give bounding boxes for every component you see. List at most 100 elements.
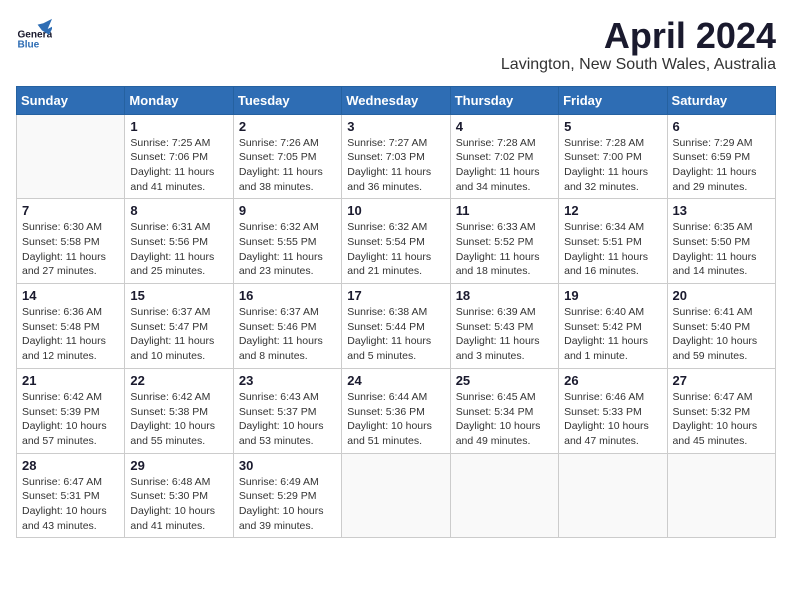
- day-info: Sunrise: 6:32 AMSunset: 5:54 PMDaylight:…: [347, 220, 444, 279]
- calendar-cell: 10 Sunrise: 6:32 AMSunset: 5:54 PMDayligh…: [342, 199, 450, 284]
- day-number: 13: [673, 203, 770, 218]
- day-number: 6: [673, 119, 770, 134]
- svg-text:Blue: Blue: [17, 40, 39, 51]
- calendar-cell: 17 Sunrise: 6:38 AMSunset: 5:44 PMDayligh…: [342, 284, 450, 369]
- day-info: Sunrise: 6:42 AMSunset: 5:39 PMDaylight:…: [22, 390, 119, 449]
- day-info: Sunrise: 6:31 AMSunset: 5:56 PMDaylight:…: [130, 220, 227, 279]
- calendar-cell: 13 Sunrise: 6:35 AMSunset: 5:50 PMDayligh…: [667, 199, 775, 284]
- day-number: 1: [130, 119, 227, 134]
- day-info: Sunrise: 7:29 AMSunset: 6:59 PMDaylight:…: [673, 136, 770, 195]
- day-info: Sunrise: 7:28 AMSunset: 7:02 PMDaylight:…: [456, 136, 553, 195]
- day-info: Sunrise: 6:47 AMSunset: 5:32 PMDaylight:…: [673, 390, 770, 449]
- day-info: Sunrise: 7:25 AMSunset: 7:06 PMDaylight:…: [130, 136, 227, 195]
- logo-bird-icon: General Blue: [16, 16, 52, 52]
- calendar-table: SundayMondayTuesdayWednesdayThursdayFrid…: [16, 86, 776, 539]
- header-tuesday: Tuesday: [233, 86, 341, 114]
- calendar-cell: [667, 453, 775, 538]
- day-info: Sunrise: 6:39 AMSunset: 5:43 PMDaylight:…: [456, 305, 553, 364]
- day-number: 15: [130, 288, 227, 303]
- day-number: 21: [22, 373, 119, 388]
- calendar-cell: 27 Sunrise: 6:47 AMSunset: 5:32 PMDayligh…: [667, 368, 775, 453]
- day-number: 25: [456, 373, 553, 388]
- day-info: Sunrise: 6:33 AMSunset: 5:52 PMDaylight:…: [456, 220, 553, 279]
- calendar-cell: 23 Sunrise: 6:43 AMSunset: 5:37 PMDayligh…: [233, 368, 341, 453]
- logo: General Blue: [16, 16, 52, 52]
- calendar-cell: 15 Sunrise: 6:37 AMSunset: 5:47 PMDayligh…: [125, 284, 233, 369]
- calendar-cell: [342, 453, 450, 538]
- day-info: Sunrise: 7:27 AMSunset: 7:03 PMDaylight:…: [347, 136, 444, 195]
- day-info: Sunrise: 6:47 AMSunset: 5:31 PMDaylight:…: [22, 475, 119, 534]
- day-info: Sunrise: 6:49 AMSunset: 5:29 PMDaylight:…: [239, 475, 336, 534]
- calendar-week-row: 28 Sunrise: 6:47 AMSunset: 5:31 PMDayligh…: [17, 453, 776, 538]
- calendar-cell: 29 Sunrise: 6:48 AMSunset: 5:30 PMDayligh…: [125, 453, 233, 538]
- calendar-cell: [559, 453, 667, 538]
- calendar-cell: 22 Sunrise: 6:42 AMSunset: 5:38 PMDayligh…: [125, 368, 233, 453]
- calendar-cell: 11 Sunrise: 6:33 AMSunset: 5:52 PMDayligh…: [450, 199, 558, 284]
- day-number: 24: [347, 373, 444, 388]
- day-info: Sunrise: 6:35 AMSunset: 5:50 PMDaylight:…: [673, 220, 770, 279]
- calendar-cell: 30Sunrise: 6:49 AMSunset: 5:29 PMDayligh…: [233, 453, 341, 538]
- header-monday: Monday: [125, 86, 233, 114]
- header-saturday: Saturday: [667, 86, 775, 114]
- day-info: Sunrise: 6:36 AMSunset: 5:48 PMDaylight:…: [22, 305, 119, 364]
- calendar-cell: 5Sunrise: 7:28 AMSunset: 7:00 PMDaylight…: [559, 114, 667, 199]
- header-thursday: Thursday: [450, 86, 558, 114]
- calendar-cell: 7 Sunrise: 6:30 AMSunset: 5:58 PMDaylight…: [17, 199, 125, 284]
- day-info: Sunrise: 6:34 AMSunset: 5:51 PMDaylight:…: [564, 220, 661, 279]
- calendar-cell: 21 Sunrise: 6:42 AMSunset: 5:39 PMDayligh…: [17, 368, 125, 453]
- calendar-week-row: 7 Sunrise: 6:30 AMSunset: 5:58 PMDaylight…: [17, 199, 776, 284]
- day-info: Sunrise: 6:45 AMSunset: 5:34 PMDaylight:…: [456, 390, 553, 449]
- day-number: 14: [22, 288, 119, 303]
- calendar-cell: 4Sunrise: 7:28 AMSunset: 7:02 PMDaylight…: [450, 114, 558, 199]
- day-number: 2: [239, 119, 336, 134]
- calendar-cell: 20Sunrise: 6:41 AMSunset: 5:40 PMDayligh…: [667, 284, 775, 369]
- day-info: Sunrise: 6:48 AMSunset: 5:30 PMDaylight:…: [130, 475, 227, 534]
- calendar-cell: 14 Sunrise: 6:36 AMSunset: 5:48 PMDayligh…: [17, 284, 125, 369]
- day-number: 26: [564, 373, 661, 388]
- day-number: 23: [239, 373, 336, 388]
- calendar-week-row: 1 Sunrise: 7:25 AMSunset: 7:06 PMDaylight…: [17, 114, 776, 199]
- title-block: April 2024 Lavington, New South Wales, A…: [501, 16, 776, 74]
- day-info: Sunrise: 6:37 AMSunset: 5:47 PMDaylight:…: [130, 305, 227, 364]
- day-number: 7: [22, 203, 119, 218]
- day-info: Sunrise: 6:46 AMSunset: 5:33 PMDaylight:…: [564, 390, 661, 449]
- calendar-cell: 25 Sunrise: 6:45 AMSunset: 5:34 PMDayligh…: [450, 368, 558, 453]
- header-friday: Friday: [559, 86, 667, 114]
- calendar-cell: 12 Sunrise: 6:34 AMSunset: 5:51 PMDayligh…: [559, 199, 667, 284]
- header-sunday: Sunday: [17, 86, 125, 114]
- calendar-cell: 26 Sunrise: 6:46 AMSunset: 5:33 PMDayligh…: [559, 368, 667, 453]
- day-info: Sunrise: 6:42 AMSunset: 5:38 PMDaylight:…: [130, 390, 227, 449]
- day-number: 11: [456, 203, 553, 218]
- day-info: Sunrise: 6:41 AMSunset: 5:40 PMDaylight:…: [673, 305, 770, 364]
- day-info: Sunrise: 7:28 AMSunset: 7:00 PMDaylight:…: [564, 136, 661, 195]
- calendar-cell: [17, 114, 125, 199]
- day-number: 17: [347, 288, 444, 303]
- day-info: Sunrise: 6:40 AMSunset: 5:42 PMDaylight:…: [564, 305, 661, 364]
- header-wednesday: Wednesday: [342, 86, 450, 114]
- calendar-cell: 6 Sunrise: 7:29 AMSunset: 6:59 PMDaylight…: [667, 114, 775, 199]
- calendar-cell: 24 Sunrise: 6:44 AMSunset: 5:36 PMDayligh…: [342, 368, 450, 453]
- day-number: 27: [673, 373, 770, 388]
- day-number: 12: [564, 203, 661, 218]
- calendar-week-row: 14 Sunrise: 6:36 AMSunset: 5:48 PMDayligh…: [17, 284, 776, 369]
- day-number: 29: [130, 458, 227, 473]
- day-number: 18: [456, 288, 553, 303]
- month-title: April 2024: [501, 16, 776, 56]
- day-info: Sunrise: 6:32 AMSunset: 5:55 PMDaylight:…: [239, 220, 336, 279]
- day-info: Sunrise: 6:44 AMSunset: 5:36 PMDaylight:…: [347, 390, 444, 449]
- day-info: Sunrise: 6:38 AMSunset: 5:44 PMDaylight:…: [347, 305, 444, 364]
- calendar-cell: 19Sunrise: 6:40 AMSunset: 5:42 PMDayligh…: [559, 284, 667, 369]
- calendar-cell: 8 Sunrise: 6:31 AMSunset: 5:56 PMDaylight…: [125, 199, 233, 284]
- day-info: Sunrise: 6:43 AMSunset: 5:37 PMDaylight:…: [239, 390, 336, 449]
- calendar-cell: 28 Sunrise: 6:47 AMSunset: 5:31 PMDayligh…: [17, 453, 125, 538]
- day-number: 10: [347, 203, 444, 218]
- day-number: 3: [347, 119, 444, 134]
- day-info: Sunrise: 6:30 AMSunset: 5:58 PMDaylight:…: [22, 220, 119, 279]
- day-number: 28: [22, 458, 119, 473]
- day-number: 8: [130, 203, 227, 218]
- calendar-cell: 1 Sunrise: 7:25 AMSunset: 7:06 PMDaylight…: [125, 114, 233, 199]
- day-number: 22: [130, 373, 227, 388]
- calendar-cell: 2Sunrise: 7:26 AMSunset: 7:05 PMDaylight…: [233, 114, 341, 199]
- calendar-cell: 9Sunrise: 6:32 AMSunset: 5:55 PMDaylight…: [233, 199, 341, 284]
- calendar-week-row: 21 Sunrise: 6:42 AMSunset: 5:39 PMDayligh…: [17, 368, 776, 453]
